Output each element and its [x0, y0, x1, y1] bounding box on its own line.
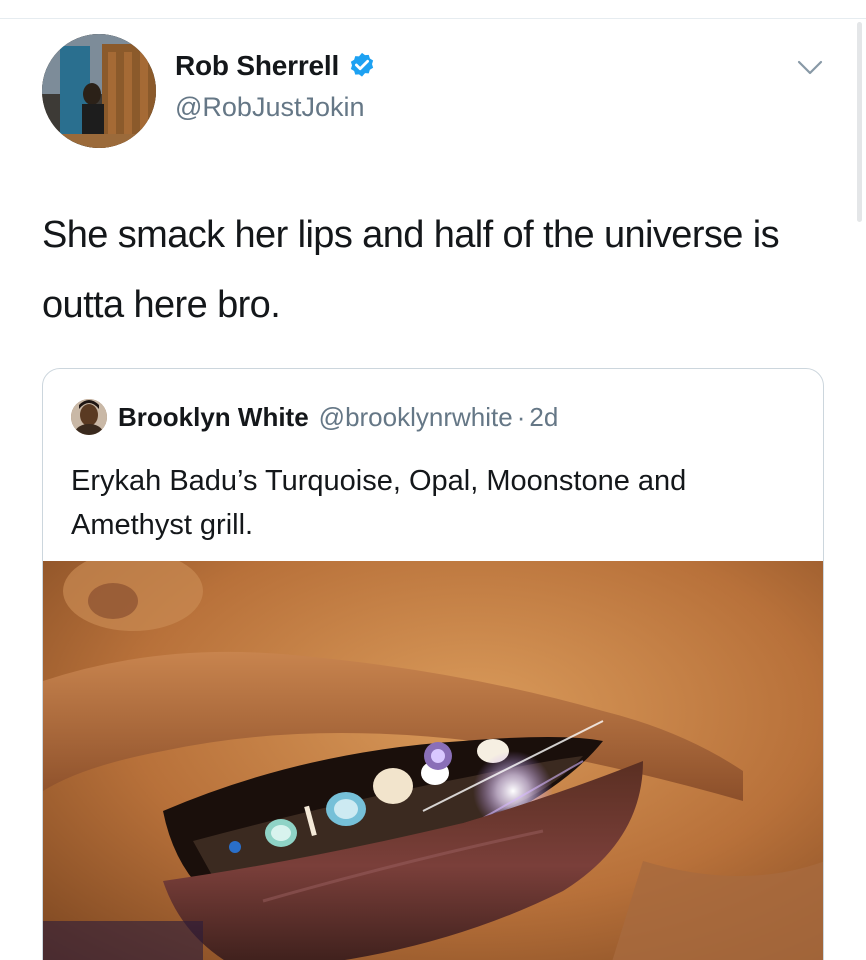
chevron-down-icon[interactable] — [796, 58, 824, 78]
scrollbar-thumb[interactable] — [857, 22, 862, 222]
quoted-separator: · — [516, 401, 526, 432]
quoted-author-name: Brooklyn White — [118, 401, 309, 432]
quoted-tweet-image[interactable] — [43, 561, 823, 960]
top-divider — [0, 18, 866, 19]
quoted-author-avatar — [71, 399, 107, 435]
profile-photo-icon — [71, 399, 107, 435]
author-display-name[interactable]: Rob Sherrell — [175, 50, 339, 82]
profile-photo-icon — [42, 34, 156, 148]
quoted-author-handle: @brooklynrwhite — [318, 401, 513, 432]
quoted-tweet-text: Erykah Badu’s Turquoise, Opal, Moonstone… — [71, 465, 687, 541]
quoted-timestamp: 2d — [529, 401, 559, 432]
quoted-tweet-card[interactable]: Brooklyn White @brooklynrwhite · 2d Eryk… — [42, 368, 824, 960]
tweet-text: She smack her lips and half of the unive… — [42, 214, 780, 326]
author-name-row[interactable]: Rob Sherrell — [175, 50, 377, 82]
quoted-tweet-header: Brooklyn White @brooklynrwhite · 2d — [71, 399, 558, 435]
photo-lips-grill-icon — [43, 561, 823, 960]
verified-badge-icon — [347, 51, 377, 81]
author-handle[interactable]: @RobJustJokin — [175, 92, 365, 123]
author-avatar[interactable] — [42, 34, 156, 148]
